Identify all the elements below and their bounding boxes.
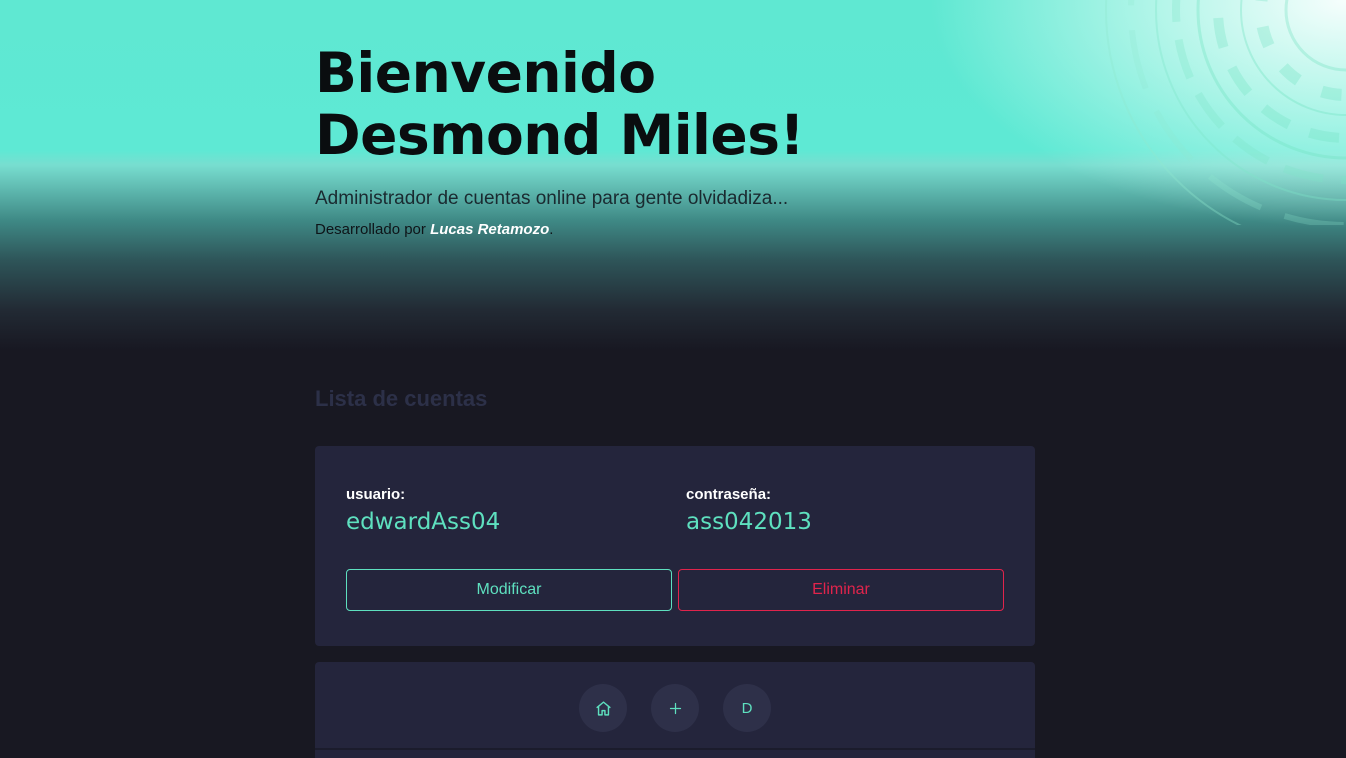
page-title: Bienvenido Desmond Miles! bbox=[315, 41, 805, 167]
home-button[interactable] bbox=[579, 684, 627, 732]
profile-avatar-button[interactable]: D bbox=[723, 684, 771, 732]
developer-credit: Desarrollado por Lucas Retamozo. bbox=[315, 221, 1035, 238]
avatar-initial: D bbox=[741, 699, 753, 717]
account-card: usuario: edwardAss04 contraseña: ass0420… bbox=[315, 446, 1035, 646]
username-field: usuario: edwardAss04 bbox=[346, 486, 500, 535]
password-value: ass042013 bbox=[686, 509, 812, 535]
username-label: usuario: bbox=[346, 486, 406, 503]
hero-banner: Bienvenido Desmond Miles! Administrador … bbox=[0, 0, 1346, 350]
add-account-button[interactable] bbox=[651, 684, 699, 732]
home-icon bbox=[595, 700, 611, 716]
credit-suffix: . bbox=[549, 221, 554, 238]
credit-prefix: Desarrollado por bbox=[315, 221, 431, 238]
account-list-title: Lista de cuentas bbox=[315, 386, 488, 411]
plus-icon bbox=[669, 702, 681, 714]
author-name: Lucas Retamozo bbox=[430, 221, 550, 238]
navbar-divider bbox=[315, 748, 1035, 750]
bottom-navbar: D bbox=[315, 662, 1035, 758]
hero-subtitle: Administrador de cuentas online para gen… bbox=[315, 188, 789, 209]
circular-decoration-graphic bbox=[1105, 0, 1346, 225]
username-value: edwardAss04 bbox=[346, 509, 501, 535]
hero-content: Bienvenido Desmond Miles! Administrador … bbox=[315, 42, 1035, 238]
password-field: contraseña: ass042013 bbox=[686, 486, 812, 535]
delete-button[interactable]: Eliminar bbox=[678, 569, 1004, 611]
modify-button[interactable]: Modificar bbox=[346, 569, 672, 611]
password-label: contraseña: bbox=[686, 486, 772, 503]
